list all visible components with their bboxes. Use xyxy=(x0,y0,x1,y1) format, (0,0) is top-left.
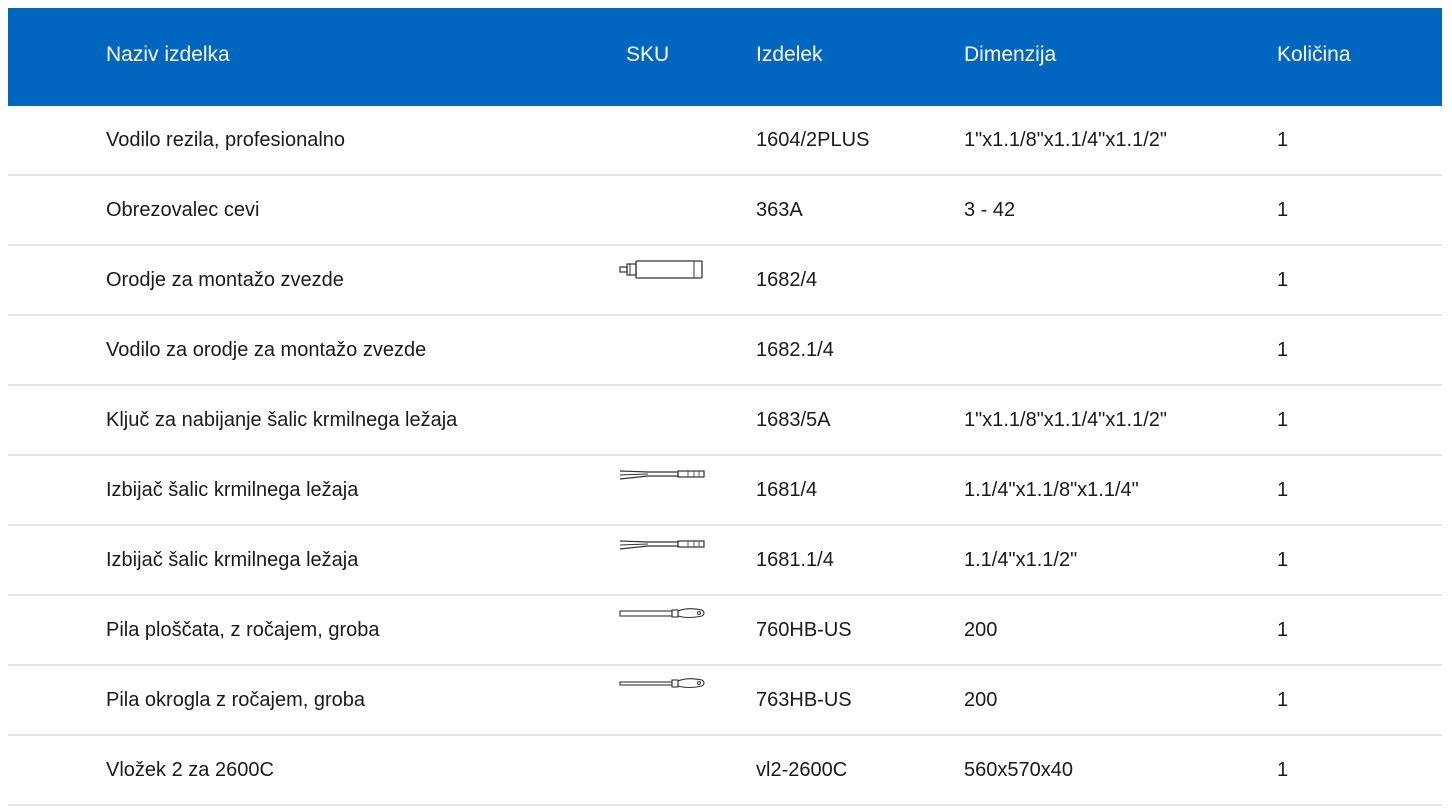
cell-name: Orodje za montažo zvezde xyxy=(106,269,344,291)
table-row: Vodilo rezila, profesionalno 1604/2PLUS … xyxy=(8,106,1442,176)
cell-item: 1604/2PLUS xyxy=(756,129,870,151)
cell-quantity: 1 xyxy=(1277,479,1289,501)
cell-item: 363A xyxy=(756,199,803,221)
header-name: Naziv izdelka xyxy=(106,43,230,66)
cell-item: 1682.1/4 xyxy=(756,339,834,361)
cell-sku xyxy=(618,258,728,288)
cell-dimension: 560x570x40 xyxy=(964,759,1073,781)
product-table: Naziv izdelka SKU Izdelek Dimenzija Koli… xyxy=(8,8,1442,806)
table-row: Ključ za nabijanje šalic krmilnega ležaj… xyxy=(8,386,1442,456)
cell-dimension: 1.1/4"x1.1/2" xyxy=(964,549,1078,571)
cell-name: Pila ploščata, z ročajem, groba xyxy=(106,619,380,641)
cell-sku xyxy=(618,740,728,770)
header-sku: SKU xyxy=(626,43,670,66)
cell-sku xyxy=(618,538,728,568)
cell-dimension: 3 - 42 xyxy=(964,199,1016,221)
cell-item: 763HB-US xyxy=(756,689,852,711)
cell-name: Vodilo za orodje za montažo zvezde xyxy=(106,339,427,361)
cell-sku xyxy=(618,468,728,498)
table-row: Pila ploščata, z ročajem, groba 760HB-US… xyxy=(8,596,1442,666)
flat-file-icon xyxy=(619,608,705,619)
table-row: Obrezovalec cevi 363A 3 - 42 1 xyxy=(8,176,1442,246)
header-dimension: Dimenzija xyxy=(964,43,1057,66)
cell-quantity: 1 xyxy=(1277,339,1289,361)
cell-sku xyxy=(618,180,728,210)
cell-name: Obrezovalec cevi xyxy=(106,199,260,221)
cell-dimension: 1"x1.1/8"x1.1/4"x1.1/2" xyxy=(964,129,1167,151)
cell-sku xyxy=(618,606,728,636)
cell-dimension: 200 xyxy=(964,619,998,641)
table-body: Vodilo rezila, profesionalno 1604/2PLUS … xyxy=(8,106,1442,806)
cell-quantity: 1 xyxy=(1277,689,1289,711)
cup-remover-tool-icon xyxy=(619,470,705,480)
cell-name: Vodilo rezila, profesionalno xyxy=(106,129,346,151)
cell-sku xyxy=(618,676,728,706)
cell-item: 1682/4 xyxy=(756,269,818,291)
cell-name: Izbijač šalic krmilnega ležaja xyxy=(106,479,359,501)
table-row: Izbijač šalic krmilnega ležaja 1681.1/4 … xyxy=(8,526,1442,596)
cell-quantity: 1 xyxy=(1277,269,1289,291)
cell-dimension: 1.1/4"x1.1/8"x1.1/4" xyxy=(964,479,1139,501)
cell-sku xyxy=(618,110,728,140)
table-row: Vložek 2 za 2600C vl2-2600C 560x570x40 1 xyxy=(8,736,1442,806)
table-row: Izbijač šalic krmilnega ležaja 1681/4 1.… xyxy=(8,456,1442,526)
cell-quantity: 1 xyxy=(1277,619,1289,641)
round-file-icon xyxy=(619,678,705,689)
cell-item: 1681.1/4 xyxy=(756,549,834,571)
cell-quantity: 1 xyxy=(1277,409,1289,431)
cell-item: 760HB-US xyxy=(756,619,852,641)
cell-item: 1683/5A xyxy=(756,409,831,431)
table-row: Orodje za montažo zvezde 1682/4 1 xyxy=(8,246,1442,316)
star-nut-setter-tool-icon xyxy=(619,260,703,279)
cell-dimension: 1"x1.1/8"x1.1/4"x1.1/2" xyxy=(964,409,1167,431)
cell-name: Ključ za nabijanje šalic krmilnega ležaj… xyxy=(106,409,458,431)
cup-remover-tool-icon xyxy=(619,540,705,550)
cell-sku xyxy=(618,320,728,350)
cell-quantity: 1 xyxy=(1277,199,1289,221)
header-quantity: Količina xyxy=(1277,43,1351,66)
cell-sku xyxy=(618,390,728,420)
table-header: Naziv izdelka SKU Izdelek Dimenzija Koli… xyxy=(8,8,1442,106)
cell-item: vl2-2600C xyxy=(756,759,848,781)
cell-quantity: 1 xyxy=(1277,129,1289,151)
cell-name: Vložek 2 za 2600C xyxy=(106,759,274,781)
cell-name: Pila okrogla z ročajem, groba xyxy=(106,689,366,711)
table-row: Pila okrogla z ročajem, groba 763HB-US 2… xyxy=(8,666,1442,736)
cell-item: 1681/4 xyxy=(756,479,818,501)
header-item: Izdelek xyxy=(756,43,823,66)
cell-name: Izbijač šalic krmilnega ležaja xyxy=(106,549,359,571)
cell-quantity: 1 xyxy=(1277,549,1289,571)
cell-quantity: 1 xyxy=(1277,759,1289,781)
cell-dimension: 200 xyxy=(964,689,998,711)
table-row: Vodilo za orodje za montažo zvezde 1682.… xyxy=(8,316,1442,386)
